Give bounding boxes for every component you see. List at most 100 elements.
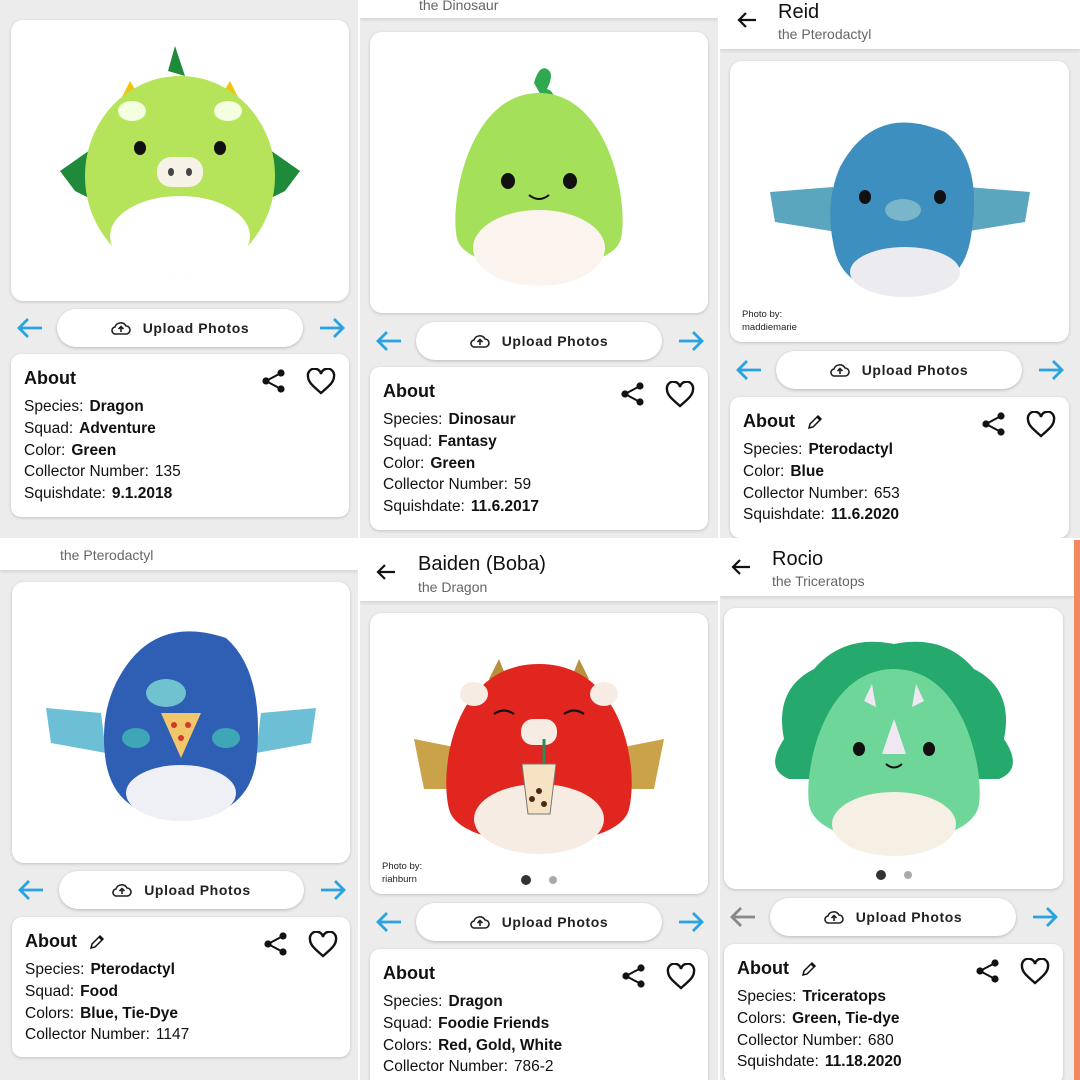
arrow-left-icon[interactable] [736,9,758,31]
about-card: About Species: Dinosaur Squad: Fantasy Col… [370,367,708,530]
upload-photos-button[interactable]: Upload Photos [416,903,662,941]
share-icon[interactable] [621,963,647,989]
about-row-squishdate: Squishdate: 11.18.2020 [737,1053,902,1071]
top-header: Reid the Pterodactyl [720,0,1080,49]
about-row-species: Species: Pterodactyl [743,441,893,458]
about-rows: Species: Dinosaur Squad: Fantasy Color: Gre… [383,409,539,518]
about-row-colors: Colors: Red, Gold, White [383,1036,563,1054]
plush-photo-dinosaur [455,67,623,286]
photo-card[interactable] [724,608,1063,889]
arrow-left-icon[interactable] [375,561,397,583]
about-row-squishdate: Squishdate: 11.6.2017 [383,498,539,516]
about-title: About [383,963,435,983]
upload-photos-label: Upload Photos [501,333,609,349]
upload-photos-label: Upload Photos [142,320,250,336]
plush-photo-dragon [60,45,300,276]
prev-photo-arrow-icon[interactable] [17,878,45,902]
panel-dinosaur-green: the Dinosaur Upload Photos About Species… [360,0,718,538]
pagination-dot-active[interactable] [875,870,886,880]
pencil-icon[interactable] [807,414,823,430]
heart-outline-icon[interactable] [666,963,696,991]
next-photo-arrow-icon[interactable] [318,316,346,340]
about-header: About [25,931,105,952]
upload-photos-label: Upload Photos [144,882,251,898]
cloud-upload-icon [469,916,490,929]
heart-outline-icon[interactable] [1020,958,1050,986]
upload-photos-label: Upload Photos [501,914,609,930]
pagination-dot-active[interactable] [521,875,531,885]
heart-outline-icon[interactable] [1026,411,1056,439]
photo-card[interactable] [12,582,350,863]
about-row-colors: Colors: Blue, Tie-Dye [25,1004,179,1022]
panel-pterodactyl-pizza: the Pterodactyl Upload Photos About Spec… [0,540,358,1080]
prev-photo-arrow-icon[interactable] [375,910,403,934]
prev-photo-arrow-icon[interactable] [729,905,757,929]
heart-outline-icon[interactable] [308,931,338,959]
pencil-icon[interactable] [801,961,817,977]
share-icon[interactable] [975,958,1001,984]
about-header: About [24,368,76,389]
share-icon[interactable] [261,368,287,394]
prev-photo-arrow-icon[interactable] [16,316,44,340]
plush-photo-pterodactyl-pizza [46,630,316,821]
pagination-dot[interactable] [549,876,557,884]
photo-card[interactable]: Photo by: maddiemarie [730,61,1069,342]
plush-subtitle: the Dinosaur [419,0,499,13]
top-header: Rocio the Triceratops [720,540,1074,596]
photo-card[interactable]: Photo by: riahburn [370,613,708,894]
about-rows: Species: Pterodactyl Color: Blue Collector… [743,439,900,526]
photo-pagination-dots[interactable] [875,870,912,880]
upload-photos-button[interactable]: Upload Photos [59,871,304,909]
about-row-species: Species: Dragon [383,993,503,1010]
share-icon[interactable] [263,931,289,957]
about-row-squad: Squad: Food [25,982,119,1000]
arrow-left-icon[interactable] [730,556,752,578]
cloud-upload-icon [110,322,131,335]
about-rows: Species: Triceratops Colors: Green, Tie-dy… [737,986,902,1073]
share-icon[interactable] [620,381,646,407]
upload-photos-button[interactable]: Upload Photos [770,898,1016,936]
about-title: About [737,958,789,978]
upload-photos-label: Upload Photos [855,909,963,925]
panel-dragon-green: Upload Photos About Species: Dragon Squad… [0,0,358,538]
about-row-squishdate: Squishdate: 9.1.2018 [24,485,173,503]
next-photo-arrow-icon[interactable] [319,878,347,902]
about-header: About [383,381,435,402]
panel-baiden: Baiden (Boba) the Dragon Photo by: riahb… [360,540,718,1080]
photo-card[interactable] [11,20,349,301]
cloud-upload-icon [829,364,850,377]
prev-photo-arrow-icon[interactable] [375,329,403,353]
plush-subtitle: the Pterodactyl [778,26,872,42]
about-card: About Species: Dragon Squad: Foodie Friend… [370,949,708,1080]
panel-reid: Reid the Pterodactyl Photo by: maddiemar… [720,0,1080,538]
about-header: About [743,411,823,432]
pagination-dot[interactable] [903,871,912,879]
pencil-icon[interactable] [89,934,105,950]
photo-pagination-dots[interactable] [521,875,557,885]
about-title: About [25,931,77,951]
upload-photos-button[interactable]: Upload Photos [776,351,1022,389]
plush-subtitle: the Dragon [418,579,488,595]
next-photo-arrow-icon[interactable] [1031,905,1059,929]
heart-outline-icon[interactable] [665,381,695,409]
share-icon[interactable] [981,411,1007,437]
plush-name: Reid [778,1,820,23]
about-rows: Species: Pterodactyl Squad: Food Colors: Bl… [25,959,189,1046]
plush-subtitle: the Pterodactyl [60,547,154,563]
about-card: About Species: Dragon Squad: Adventure Col… [11,354,349,517]
about-row-color: Color: Blue [743,462,824,480]
heart-outline-icon[interactable] [306,368,336,396]
next-photo-arrow-icon[interactable] [677,329,705,353]
prev-photo-arrow-icon[interactable] [735,358,763,382]
about-card: About Species: Pterodactyl Color: Blue Col… [730,397,1069,538]
about-row-collector-number: Collector Number: 59 [383,476,532,494]
upload-photos-button[interactable]: Upload Photos [57,309,303,347]
photo-card[interactable] [370,32,708,313]
upload-photos-button[interactable]: Upload Photos [416,322,662,360]
plush-photo-pterodactyl [769,122,1030,297]
next-photo-arrow-icon[interactable] [1037,358,1065,382]
next-photo-arrow-icon[interactable] [677,910,705,934]
about-header: About [737,958,817,979]
accent-edge [1074,540,1080,1080]
photo-credit: Photo by: riahburn [382,861,423,885]
